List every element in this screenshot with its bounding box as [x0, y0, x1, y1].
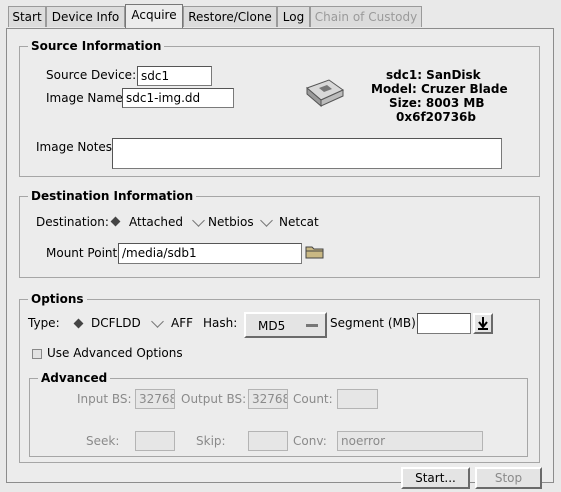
conv-label: Conv: [293, 434, 327, 448]
destination-information-legend: Destination Information [28, 189, 197, 203]
output-bs-field[interactable]: 32768 [248, 389, 288, 409]
start-button[interactable]: Start... [401, 467, 470, 489]
radio-attached-label[interactable]: Attached [129, 215, 183, 229]
input-bs-label: Input BS: [77, 392, 132, 406]
tab-restore-clone[interactable]: Restore/Clone [183, 6, 277, 27]
tab-device-info[interactable]: Device Info [46, 6, 125, 27]
count-field[interactable] [337, 389, 378, 409]
dropdown-indicator-icon [306, 324, 318, 327]
destination-information-group [19, 196, 540, 278]
device-info-model: Model: Cruzer Blade [371, 82, 508, 96]
segment-arrow-button[interactable] [473, 313, 493, 334]
source-device-label: Source Device: [46, 68, 137, 82]
segment-label: Segment (MB): [330, 316, 420, 330]
use-advanced-options-label[interactable]: Use Advanced Options [47, 346, 183, 360]
start-button-label: Start... [415, 471, 456, 485]
mount-point-field[interactable]: /media/sdb1 [118, 243, 302, 264]
stop-button-label: Stop [494, 471, 523, 485]
source-information-legend: Source Information [28, 39, 165, 53]
radio-netcat-label[interactable]: Netcat [279, 215, 319, 229]
count-label: Count: [293, 392, 333, 406]
segment-field[interactable] [417, 313, 471, 334]
options-legend: Options [28, 292, 87, 306]
seek-field[interactable] [135, 431, 175, 451]
hash-label: Hash: [203, 316, 238, 330]
advanced-legend: Advanced [38, 371, 111, 385]
download-arrow-icon [478, 317, 488, 330]
radio-dcfldd-label[interactable]: DCFLDD [91, 316, 141, 330]
image-name-label: Image Name: [46, 91, 127, 105]
image-notes-label: Image Notes: [36, 140, 117, 154]
mount-point-label: Mount Point: [46, 246, 122, 260]
type-label: Type: [28, 316, 60, 330]
conv-field[interactable]: noerror [337, 431, 483, 451]
stop-button[interactable]: Stop [475, 467, 542, 489]
use-advanced-options-checkbox[interactable] [32, 349, 42, 359]
tab-start[interactable]: Start [8, 6, 46, 27]
usb-drive-icon [303, 78, 345, 110]
input-bs-field[interactable]: 32768 [135, 389, 175, 409]
tab-acquire[interactable]: Acquire [125, 4, 183, 29]
tab-chain-of-custody: Chain of Custody [310, 6, 422, 27]
source-device-field[interactable]: sdc1 [137, 66, 212, 86]
hash-dropdown-value: MD5 [258, 319, 286, 333]
device-info-name: sdc1: SanDisk [386, 68, 481, 82]
skip-field[interactable] [248, 431, 288, 451]
radio-aff-label[interactable]: AFF [171, 316, 193, 330]
skip-label: Skip: [196, 434, 226, 448]
destination-label: Destination: [36, 215, 109, 229]
device-info-serial: 0x6f20736b [396, 110, 476, 124]
seek-label: Seek: [86, 434, 120, 448]
device-info-size: Size: 8003 MB [389, 96, 485, 110]
hash-dropdown[interactable]: MD5 [244, 312, 327, 338]
image-name-field[interactable]: sdc1-img.dd [122, 88, 234, 108]
radio-netbios-label[interactable]: Netbios [208, 215, 254, 229]
output-bs-label: Output BS: [181, 392, 247, 406]
tab-log[interactable]: Log [277, 6, 310, 27]
folder-icon[interactable] [305, 244, 325, 260]
image-notes-field[interactable] [112, 138, 502, 169]
